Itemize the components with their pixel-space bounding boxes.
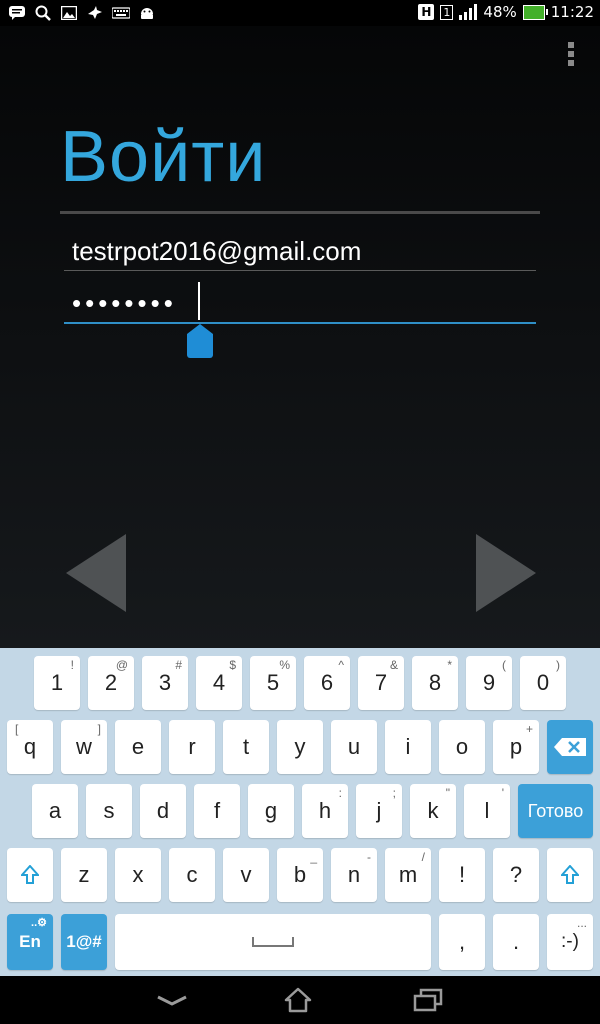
language-key[interactable]: ..⚙ En xyxy=(7,914,53,970)
status-bar: H 1 48% 11:22 xyxy=(0,0,600,26)
key-6[interactable]: ^ 6 xyxy=(304,656,350,710)
key-exclamation[interactable]: ! xyxy=(439,848,485,902)
key-f[interactable]: f xyxy=(194,784,240,838)
done-key[interactable]: Готово xyxy=(518,784,593,838)
backspace-icon xyxy=(554,738,586,756)
page-title: Войти xyxy=(60,117,267,197)
battery-icon xyxy=(522,4,548,20)
key-question[interactable]: ? xyxy=(493,848,539,902)
password-underline xyxy=(64,322,536,324)
message-icon xyxy=(8,4,26,22)
shift-key-right[interactable] xyxy=(547,848,593,902)
shift-key-left[interactable] xyxy=(7,848,53,902)
key-y[interactable]: y xyxy=(277,720,323,774)
key-c[interactable]: c xyxy=(169,848,215,902)
keyboard-icon xyxy=(112,4,130,22)
space-icon xyxy=(252,937,294,947)
key-d[interactable]: d xyxy=(140,784,186,838)
key-x[interactable]: x xyxy=(115,848,161,902)
key-h[interactable]: :h xyxy=(302,784,348,838)
home-icon xyxy=(284,987,312,1013)
key-s[interactable]: s xyxy=(86,784,132,838)
key-3[interactable]: #3 xyxy=(142,656,188,710)
space-key[interactable] xyxy=(115,914,431,970)
backspace-key[interactable] xyxy=(547,720,593,774)
key-q[interactable]: [q xyxy=(7,720,53,774)
login-screen: Войти testrpot2016@gmail.com •••••••• xyxy=(0,26,600,648)
recents-button[interactable] xyxy=(398,984,458,1016)
key-l[interactable]: ' l xyxy=(464,784,510,838)
search-icon xyxy=(34,4,52,22)
symbols-key[interactable]: 1@# xyxy=(61,914,107,970)
key-w[interactable]: ] w xyxy=(61,720,107,774)
key-u[interactable]: u xyxy=(331,720,377,774)
key-4[interactable]: $4 xyxy=(196,656,242,710)
clock: 11:22 xyxy=(550,3,594,21)
cursor-handle[interactable] xyxy=(187,324,213,358)
key-m[interactable]: / m xyxy=(385,848,431,902)
key-o[interactable]: o xyxy=(439,720,485,774)
title-divider xyxy=(60,211,540,214)
key-5[interactable]: % 5 xyxy=(250,656,296,710)
key-0[interactable]: ) 0 xyxy=(520,656,566,710)
key-i[interactable]: i xyxy=(385,720,431,774)
key-7[interactable]: & 7 xyxy=(358,656,404,710)
shift-icon xyxy=(21,865,39,884)
key-b[interactable]: _ b xyxy=(277,848,323,902)
network-type-badge: H xyxy=(418,4,435,20)
key-z[interactable]: z xyxy=(61,848,107,902)
text-cursor xyxy=(198,282,200,320)
key-g[interactable]: g xyxy=(248,784,294,838)
email-field[interactable]: testrpot2016@gmail.com xyxy=(64,232,544,270)
key-1[interactable]: ! 1 xyxy=(34,656,80,710)
key-k[interactable]: " k xyxy=(410,784,456,838)
home-button[interactable] xyxy=(268,984,328,1016)
key-v[interactable]: v xyxy=(223,848,269,902)
previous-arrow-icon[interactable] xyxy=(64,534,128,614)
key-a[interactable]: a xyxy=(32,784,78,838)
image-icon xyxy=(60,4,78,22)
key-p[interactable]: + p xyxy=(493,720,539,774)
key-e[interactable]: e xyxy=(115,720,161,774)
key-8[interactable]: * 8 xyxy=(412,656,458,710)
sim-slot-badge: 1 xyxy=(440,4,454,20)
smiley-key[interactable]: ... :-) xyxy=(547,914,593,970)
key-t[interactable]: t xyxy=(223,720,269,774)
key-2[interactable]: @2 xyxy=(88,656,134,710)
key-9[interactable]: (9 xyxy=(466,656,512,710)
notification-icons xyxy=(8,4,156,22)
email-underline xyxy=(64,270,536,271)
overflow-menu-icon[interactable] xyxy=(568,42,574,66)
key-r[interactable]: r xyxy=(169,720,215,774)
system-status: H 1 48% 11:22 xyxy=(418,3,594,21)
battery-percent: 48% xyxy=(483,3,517,21)
android-icon xyxy=(138,4,156,22)
navigation-bar xyxy=(0,976,600,1024)
key-period[interactable]: . xyxy=(493,914,539,970)
signal-icon xyxy=(459,4,478,20)
keyboard: ! 1 @2 #3 $4 % 5 ^ 6 & 7 * 8 (9 ) 0 [q ] w e r … xyxy=(0,648,600,976)
key-n[interactable]: -n xyxy=(331,848,377,902)
back-button[interactable] xyxy=(142,984,202,1016)
key-comma[interactable]: , xyxy=(439,914,485,970)
shift-icon xyxy=(561,865,579,884)
key-j[interactable]: ; j xyxy=(356,784,402,838)
bird-icon xyxy=(86,4,104,22)
recents-icon xyxy=(413,988,443,1012)
password-field[interactable]: •••••••• xyxy=(64,282,544,324)
chevron-down-icon xyxy=(157,995,187,1006)
next-arrow-icon[interactable] xyxy=(474,534,538,614)
